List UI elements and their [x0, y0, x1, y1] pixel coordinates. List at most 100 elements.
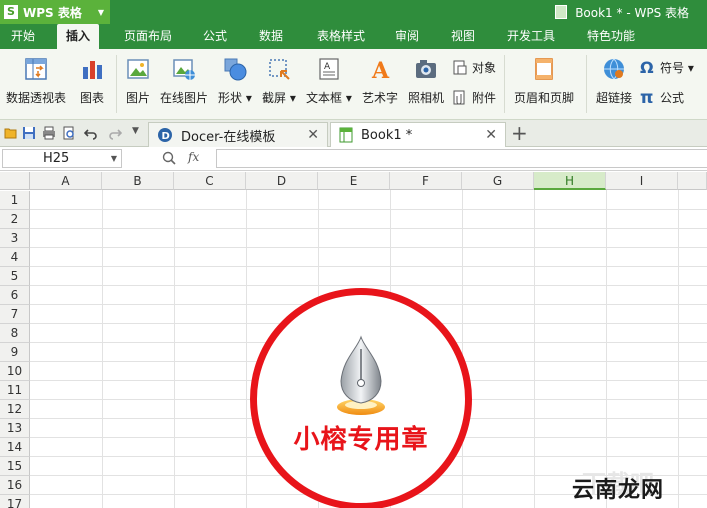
row-header-17[interactable]: 17	[0, 495, 30, 508]
tab-table-style[interactable]: 表格样式	[310, 24, 372, 49]
new-tab-plus-icon[interactable]: +	[511, 123, 528, 143]
pivot-table-button[interactable]: 数据透视表	[6, 57, 66, 106]
column-header-a[interactable]: A	[30, 172, 102, 190]
shapes-label: 形状 ▾	[218, 91, 252, 105]
gridline	[174, 190, 175, 508]
column-header-b[interactable]: B	[102, 172, 174, 190]
row-header-7[interactable]: 7	[0, 305, 30, 324]
attachment-button[interactable]: 附件	[452, 89, 496, 106]
gridline	[30, 209, 707, 210]
tab-developer[interactable]: 开发工具	[500, 24, 562, 49]
tab-formulas[interactable]: 公式	[196, 24, 234, 49]
row-header-6[interactable]: 6	[0, 286, 30, 305]
quick-access-dropdown-icon[interactable]: ▼	[132, 126, 139, 136]
tab-page-layout[interactable]: 页面布局	[118, 24, 178, 49]
row-header-8[interactable]: 8	[0, 324, 30, 343]
row-header-15[interactable]: 15	[0, 457, 30, 476]
formula-label: 公式	[660, 91, 685, 105]
tab-book1[interactable]: Book1 * ✕	[330, 122, 506, 147]
header-footer-button[interactable]: 页眉和页脚	[514, 57, 574, 106]
bar-chart-icon	[83, 61, 102, 79]
hyperlink-button[interactable]: 超链接	[596, 57, 632, 106]
close-icon[interactable]: ✕	[307, 127, 319, 143]
row-header-12[interactable]: 12	[0, 400, 30, 419]
spreadsheet-icon	[339, 127, 353, 143]
formula-button[interactable]: π 公式	[640, 89, 684, 106]
column-header-e[interactable]: E	[318, 172, 390, 190]
textbox-button[interactable]: A 文本框 ▾	[306, 57, 352, 106]
row-header-13[interactable]: 13	[0, 419, 30, 438]
tab-docer-templates[interactable]: D Docer-在线模板 ✕	[148, 122, 328, 147]
column-header-i[interactable]: I	[606, 172, 678, 190]
wordart-button[interactable]: A 艺术字	[362, 57, 398, 106]
camera-button[interactable]: 照相机	[408, 57, 444, 106]
print-preview-icon[interactable]	[62, 126, 76, 140]
attachment-label: 附件	[472, 91, 497, 105]
chevron-down-icon: ▼	[97, 7, 104, 17]
column-header-partial[interactable]	[678, 172, 707, 190]
save-icon[interactable]	[22, 126, 36, 140]
gridline	[606, 190, 607, 508]
textbox-label: 文本框 ▾	[306, 91, 352, 105]
seal-stamp[interactable]: 小榕专用章	[250, 288, 472, 508]
pi-icon: π	[640, 87, 654, 108]
symbol-button[interactable]: Ω 符号 ▾	[640, 59, 694, 76]
column-header-h[interactable]: H	[534, 172, 606, 190]
chart-label: 图表	[80, 91, 105, 105]
gridline	[462, 190, 463, 508]
row-header-4[interactable]: 4	[0, 248, 30, 267]
open-folder-icon[interactable]	[4, 126, 18, 140]
column-header-d[interactable]: D	[246, 172, 318, 190]
screenshot-button[interactable]: 截屏 ▾	[262, 57, 296, 106]
redo-icon[interactable]	[108, 126, 122, 140]
tab-home[interactable]: 开始	[4, 24, 42, 49]
tab-view[interactable]: 视图	[444, 24, 482, 49]
insert-function-button[interactable]: fx	[188, 150, 199, 164]
print-icon[interactable]	[42, 126, 56, 140]
close-icon[interactable]: ✕	[485, 127, 497, 143]
select-all-corner[interactable]	[0, 172, 30, 190]
row-header-11[interactable]: 11	[0, 381, 30, 400]
row-header-9[interactable]: 9	[0, 343, 30, 362]
tab-review[interactable]: 审阅	[388, 24, 426, 49]
window-title: Book1 * - WPS 表格	[555, 0, 689, 24]
column-header-f[interactable]: F	[390, 172, 462, 190]
object-button[interactable]: 对象	[452, 59, 496, 76]
picture-label: 图片	[126, 91, 151, 105]
zoom-function-icon[interactable]	[162, 151, 176, 165]
row-header-2[interactable]: 2	[0, 210, 30, 229]
svg-text:A: A	[324, 62, 331, 72]
row-header-3[interactable]: 3	[0, 229, 30, 248]
pivot-table-icon	[25, 58, 47, 80]
gridline	[30, 228, 707, 229]
omega-icon: Ω	[640, 57, 654, 77]
name-box[interactable]: H25 ▼	[2, 149, 122, 168]
screenshot-icon	[269, 59, 290, 80]
column-header-g[interactable]: G	[462, 172, 534, 190]
chart-button[interactable]: 图表	[80, 57, 104, 106]
shapes-button[interactable]: 形状 ▾	[218, 57, 252, 106]
row-header-14[interactable]: 14	[0, 438, 30, 457]
spreadsheet-grid[interactable]: A B C D E F G H I 1 2 3 4 5 6 7 8 9 10 1…	[0, 172, 707, 508]
online-picture-icon	[173, 59, 195, 80]
row-header-5[interactable]: 5	[0, 267, 30, 286]
ribbon-divider	[504, 55, 505, 113]
gridline	[102, 190, 103, 508]
ribbon-divider	[586, 55, 587, 113]
row-header-1[interactable]: 1	[0, 191, 30, 210]
tab-book1-label: Book1 *	[361, 127, 413, 143]
formula-input[interactable]	[216, 149, 707, 168]
app-menu-button[interactable]: S WPS 表格 ▼	[0, 0, 110, 24]
tab-insert[interactable]: 插入	[57, 24, 99, 49]
online-picture-button[interactable]: 在线图片	[160, 57, 208, 106]
globe-link-icon	[604, 58, 624, 80]
row-header-16[interactable]: 16	[0, 476, 30, 495]
undo-icon[interactable]	[84, 126, 98, 140]
tab-data[interactable]: 数据	[252, 24, 290, 49]
picture-button[interactable]: 图片	[126, 57, 150, 106]
row-header-10[interactable]: 10	[0, 362, 30, 381]
shapes-icon	[224, 58, 247, 81]
column-header-c[interactable]: C	[174, 172, 246, 190]
pen-nib-icon	[337, 335, 385, 415]
tab-special-features[interactable]: 特色功能	[580, 24, 642, 49]
